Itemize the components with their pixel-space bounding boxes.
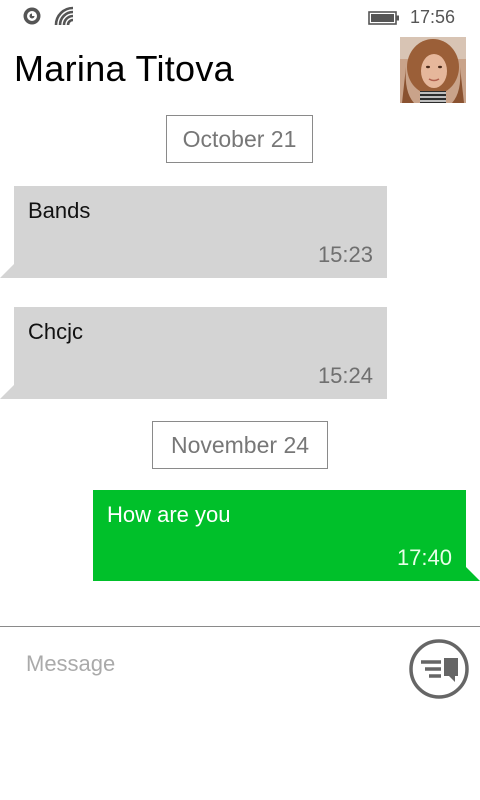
outgoing-message-bubble[interactable]: How are you 17:40 bbox=[93, 490, 480, 581]
composer-divider bbox=[0, 626, 480, 627]
message-input[interactable] bbox=[14, 640, 394, 688]
status-time: 17:56 bbox=[410, 7, 456, 27]
status-bar: 17:56 bbox=[0, 0, 480, 34]
message-time: 17:40 bbox=[396, 545, 452, 570]
bubble-tail bbox=[466, 567, 480, 581]
incoming-message-bubble[interactable]: Bands 15:23 bbox=[0, 186, 387, 278]
message-text: How are you bbox=[107, 502, 231, 527]
wifi-icon bbox=[54, 6, 76, 31]
message-text: Chcjc bbox=[28, 319, 84, 344]
signal-status-icon bbox=[22, 6, 42, 31]
message-time: 15:23 bbox=[317, 242, 373, 267]
message-text: Bands bbox=[28, 198, 91, 223]
bubble-tail bbox=[0, 385, 14, 399]
send-message-icon[interactable] bbox=[408, 638, 470, 700]
battery-icon bbox=[368, 11, 400, 25]
date-separator: October 21 bbox=[166, 115, 313, 163]
message-time: 15:24 bbox=[317, 363, 373, 388]
incoming-message-bubble[interactable]: Chcjc 15:24 bbox=[0, 307, 387, 399]
contact-avatar[interactable] bbox=[400, 37, 466, 103]
contact-name: Marina Titova bbox=[14, 48, 234, 89]
date-separator: November 24 bbox=[152, 421, 328, 469]
bubble-tail bbox=[0, 264, 14, 278]
